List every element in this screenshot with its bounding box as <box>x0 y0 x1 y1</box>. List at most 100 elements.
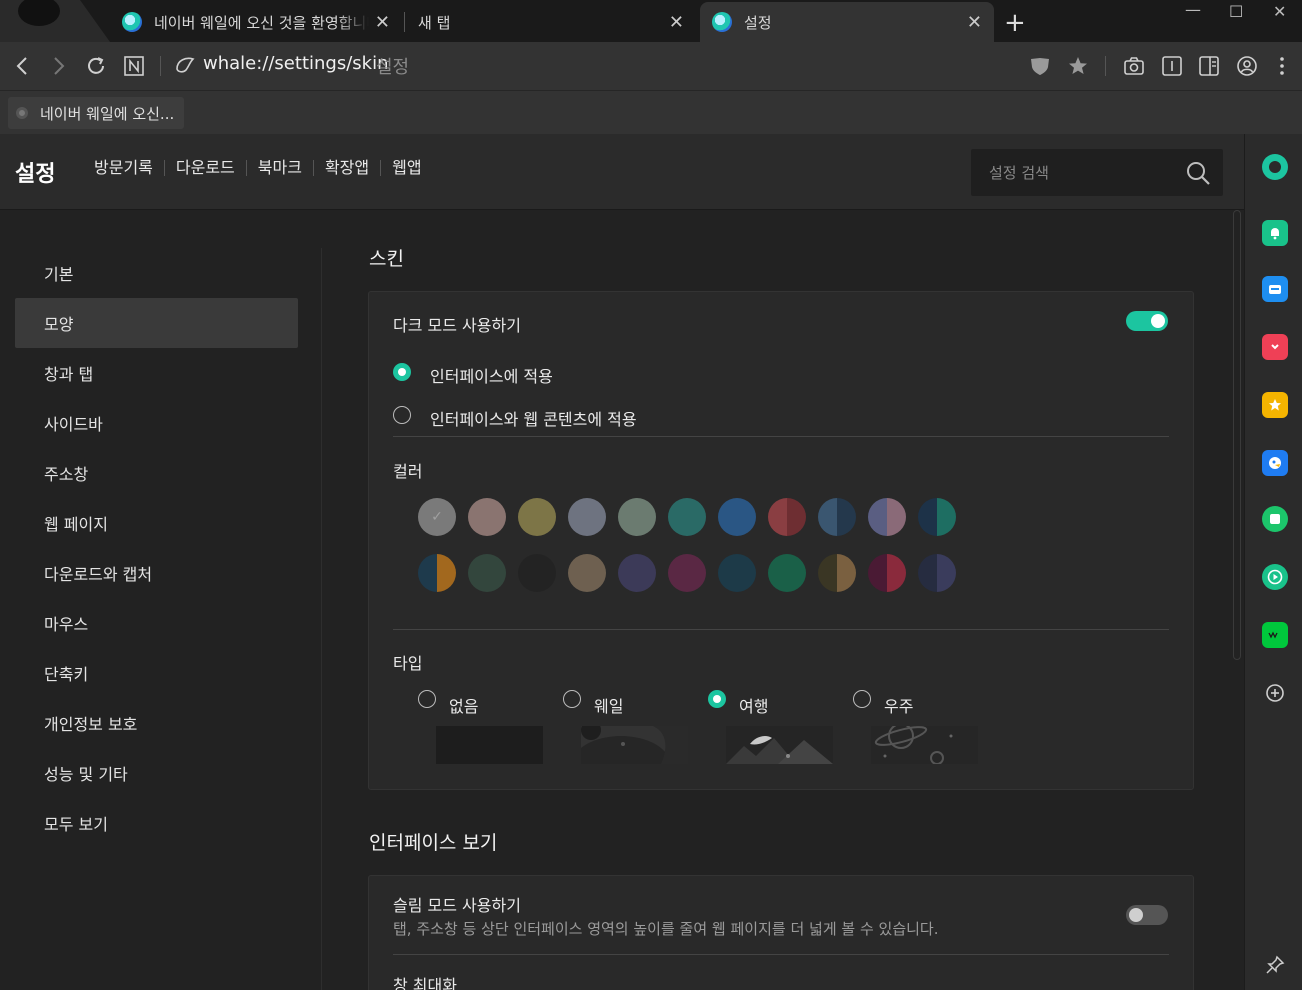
type-space-radio[interactable] <box>853 690 871 708</box>
tab-new[interactable]: 새 탭 ✕ <box>406 2 696 42</box>
line-chat-icon[interactable] <box>1262 506 1288 532</box>
nav-bookmarks[interactable]: 북마크 <box>245 160 313 176</box>
toolbar-separator <box>1105 56 1106 76</box>
color-swatch[interactable] <box>568 554 606 592</box>
new-tab-button[interactable]: + <box>1004 8 1026 38</box>
left-nav-item-web-page[interactable]: 웹 페이지 <box>15 498 298 548</box>
scrollbar[interactable] <box>1233 210 1241 660</box>
left-nav-item-windows-tabs[interactable]: 창과 탭 <box>15 348 298 398</box>
nav-history[interactable]: 방문기록 <box>94 160 164 176</box>
color-swatch[interactable] <box>768 554 806 592</box>
nav-extensions[interactable]: 확장앱 <box>312 160 380 176</box>
dark-mode-all-radio[interactable] <box>393 406 411 424</box>
color-swatch[interactable] <box>668 498 706 536</box>
color-swatch[interactable]: ✓ <box>418 498 456 536</box>
left-nav-item-appearance[interactable]: 모양 <box>15 298 298 348</box>
color-swatch[interactable] <box>868 554 906 592</box>
inbox-tray-icon[interactable] <box>1262 276 1288 302</box>
left-nav-item-sidebar[interactable]: 사이드바 <box>15 398 298 448</box>
favorites-star-icon[interactable] <box>1262 392 1288 418</box>
video-play-icon[interactable] <box>1262 564 1288 590</box>
type-none-radio[interactable] <box>418 690 436 708</box>
left-nav-item-mouse[interactable]: 마우스 <box>15 598 298 648</box>
nav-webapps[interactable]: 웹앱 <box>380 160 432 176</box>
close-window-button[interactable]: ✕ <box>1273 2 1286 21</box>
color-swatch[interactable] <box>718 498 756 536</box>
type-whale-thumbnail[interactable] <box>581 726 688 764</box>
search-input[interactable] <box>989 161 1179 185</box>
menu-button[interactable] <box>1268 52 1296 80</box>
slim-mode-toggle[interactable] <box>1126 905 1168 925</box>
naver-n-icon <box>124 56 144 76</box>
sidebar-toggle-button[interactable] <box>1195 52 1223 80</box>
forward-button[interactable] <box>45 52 73 80</box>
color-swatch[interactable] <box>818 498 856 536</box>
tab-close-icon[interactable]: ✕ <box>375 12 390 33</box>
notification-bell-icon[interactable] <box>1262 220 1288 246</box>
tab-close-icon[interactable]: ✕ <box>967 12 982 33</box>
left-nav-item-performance[interactable]: 성능 및 기타 <box>15 748 298 798</box>
color-swatch[interactable] <box>618 554 656 592</box>
bookmarks-bar: 네이버 웨일에 오신... <box>0 90 1302 134</box>
color-swatch[interactable] <box>768 498 806 536</box>
tab-close-icon[interactable]: ✕ <box>669 12 684 33</box>
check-icon: ✓ <box>431 509 443 525</box>
type-option-label: 우주 <box>884 697 914 716</box>
papago-translate-icon[interactable] <box>1262 450 1288 476</box>
color-swatch[interactable] <box>468 554 506 592</box>
profile-button[interactable] <box>1233 52 1261 80</box>
left-nav-item-basic[interactable]: 기본 <box>15 248 298 298</box>
color-swatch[interactable] <box>568 498 606 536</box>
back-button[interactable] <box>8 52 36 80</box>
planet-icon <box>874 726 953 764</box>
address-bar-hint: 설정 <box>376 57 410 78</box>
nav-divider <box>321 248 322 990</box>
type-space-thumbnail[interactable] <box>871 726 978 764</box>
naver-home-button[interactable] <box>120 52 148 80</box>
tab-settings[interactable]: 설정 ✕ <box>700 2 994 42</box>
left-nav-item-download-capture[interactable]: 다운로드와 캡처 <box>15 548 298 598</box>
reload-button[interactable] <box>82 52 110 80</box>
address-bar-url[interactable]: whale://settings/skin <box>203 53 388 74</box>
nav-downloads[interactable]: 다운로드 <box>163 160 246 176</box>
green-dot-app-icon[interactable] <box>1262 154 1288 180</box>
add-app-icon[interactable] <box>1262 680 1288 706</box>
pocket-icon[interactable] <box>1262 334 1288 360</box>
bookmark-star-button[interactable] <box>1064 52 1092 80</box>
tab-welcome[interactable]: 네이버 웨일에 오신 것을 환영합니다 ✕ <box>122 2 402 42</box>
color-swatch[interactable] <box>618 498 656 536</box>
tab-strip: 네이버 웨일에 오신 것을 환영합니다 ✕ 새 탭 ✕ 설정 ✕ + — ☐ ✕ <box>0 0 1302 42</box>
left-nav-item-all[interactable]: 모두 보기 <box>15 798 298 848</box>
left-nav-item-address-bar[interactable]: 주소창 <box>15 448 298 498</box>
color-swatch[interactable] <box>918 498 956 536</box>
type-whale-radio[interactable] <box>563 690 581 708</box>
shield-button[interactable] <box>1026 52 1054 80</box>
webtoon-icon[interactable] <box>1262 622 1288 648</box>
pin-icon[interactable] <box>1262 952 1288 978</box>
color-swatch[interactable] <box>418 554 456 592</box>
color-swatch[interactable] <box>868 498 906 536</box>
left-nav-item-shortcuts[interactable]: 단축키 <box>15 648 298 698</box>
reader-button[interactable] <box>1158 52 1186 80</box>
type-travel-radio[interactable] <box>708 690 726 708</box>
bookmark-item[interactable]: 네이버 웨일에 오신... <box>8 97 185 129</box>
color-swatch[interactable] <box>918 554 956 592</box>
color-swatch[interactable] <box>518 554 556 592</box>
capture-button[interactable] <box>1120 52 1148 80</box>
type-none-thumbnail[interactable] <box>436 726 543 764</box>
dark-mode-interface-radio[interactable] <box>393 363 411 381</box>
maximize-button[interactable]: ☐ <box>1229 2 1243 21</box>
dark-mode-toggle[interactable] <box>1126 311 1168 331</box>
color-swatch[interactable] <box>718 554 756 592</box>
color-swatch[interactable] <box>468 498 506 536</box>
color-swatch[interactable] <box>668 554 706 592</box>
left-nav-item-privacy[interactable]: 개인정보 보호 <box>15 698 298 748</box>
color-swatch[interactable] <box>518 498 556 536</box>
divider <box>393 954 1169 955</box>
type-travel-thumbnail[interactable] <box>726 726 833 764</box>
minimize-button[interactable]: — <box>1185 0 1201 19</box>
color-swatch[interactable] <box>818 554 856 592</box>
search-icon[interactable] <box>1185 160 1211 186</box>
maximize-label: 창 최대화 <box>393 976 457 990</box>
interface-section-title: 인터페이스 보기 <box>369 832 498 854</box>
